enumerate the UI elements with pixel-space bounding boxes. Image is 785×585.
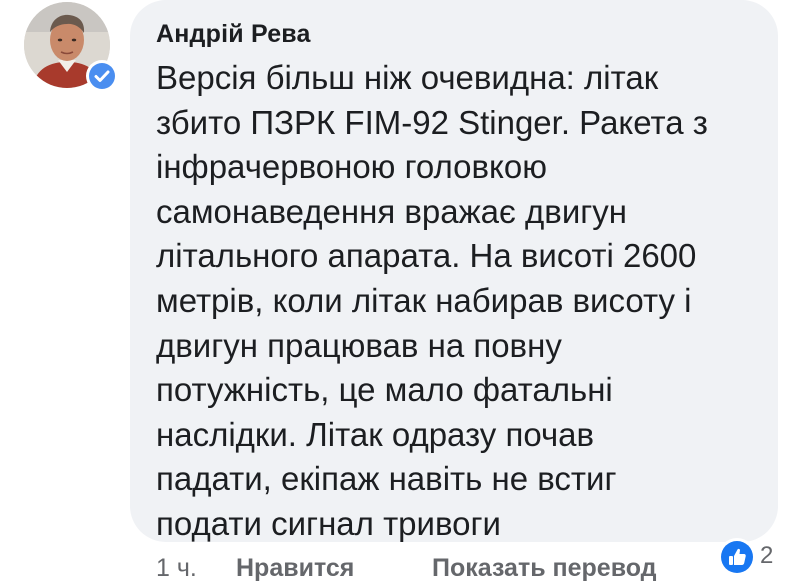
verified-badge-icon (86, 60, 118, 92)
comment-text-line: наслідки. Літак одразу почав (156, 415, 595, 453)
comment-text-line: метрів, коли літак набирав висоту і (156, 281, 692, 319)
comment-text-line: подати сигнал тривоги (156, 504, 501, 542)
comment-screenshot: Андрій Рева Версія більш ніж очевидна: л… (0, 0, 785, 585)
like-button[interactable]: Нравится (236, 554, 354, 583)
see-translation-button[interactable]: Показать перевод (432, 554, 657, 583)
comment-bubble: Андрій Рева Версія більш ніж очевидна: л… (130, 0, 778, 542)
comment-text-line: Версія більш ніж очевидна: літак (156, 59, 659, 96)
comment-text-line: літального апарата. На висоті 2600 (156, 237, 697, 275)
comment-text-line: двигун працював на повну (156, 326, 562, 364)
comment-text-line: потужність, це мало фатальні (156, 371, 613, 409)
comment-text-line: збито ПЗРК FIM-92 Stinger. Ракета з (156, 103, 708, 141)
comment-author-name[interactable]: Андрій Рева (156, 20, 311, 49)
comment-text-line: самонаведення вражає двигун (156, 192, 628, 230)
comment-text-line: падати, екіпаж навіть не встиг (156, 460, 617, 498)
comment-text-line: інфрачервоною головкою (156, 148, 547, 186)
comment-actions: 1 ч. Нравится Показать перевод (0, 548, 785, 585)
comment-text: Версія більш ніж очевидна: літак збито П… (156, 56, 756, 547)
comment-timestamp[interactable]: 1 ч. (156, 554, 197, 583)
